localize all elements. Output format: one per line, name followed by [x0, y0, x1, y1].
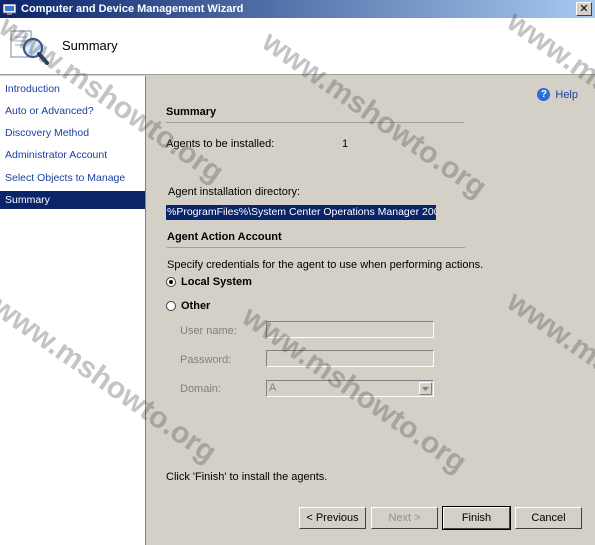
- nav-item-introduction[interactable]: Introduction: [0, 80, 145, 98]
- radio-other[interactable]: Other: [166, 300, 210, 312]
- nav-item-administrator-account[interactable]: Administrator Account: [0, 146, 145, 164]
- chevron-down-icon[interactable]: [419, 382, 432, 395]
- install-directory-field[interactable]: %ProgramFiles%\System Center Operations …: [166, 205, 436, 220]
- user-name-label: User name:: [180, 325, 237, 337]
- cancel-button[interactable]: Cancel: [515, 507, 582, 529]
- domain-label: Domain:: [180, 383, 221, 395]
- help-label: Help: [555, 88, 578, 101]
- user-name-input[interactable]: [266, 321, 434, 338]
- wizard-step-list: Introduction Auto or Advanced? Discovery…: [0, 76, 146, 545]
- agent-action-divider: [167, 247, 465, 248]
- password-input[interactable]: [266, 350, 434, 367]
- agent-action-account-title: Agent Action Account: [167, 231, 282, 243]
- radio-local-system-label: Local System: [181, 276, 252, 288]
- domain-select-value: A: [269, 382, 277, 394]
- summary-divider: [166, 122, 464, 123]
- password-label: Password:: [180, 354, 232, 366]
- finish-button[interactable]: Finish: [442, 506, 511, 530]
- title-bar: Computer and Device Management Wizard ✕: [0, 0, 595, 18]
- summary-section-title: Summary: [166, 106, 217, 118]
- radio-other-label: Other: [181, 300, 211, 312]
- install-directory-label: Agent installation directory:: [168, 186, 301, 198]
- close-button[interactable]: ✕: [576, 2, 592, 16]
- wizard-content: ? Help Summary Agents to be installed: 1…: [147, 76, 595, 545]
- agents-to-install-count: 1: [342, 138, 349, 150]
- nav-item-auto-or-advanced[interactable]: Auto or Advanced?: [0, 102, 145, 120]
- help-link[interactable]: ? Help: [537, 88, 578, 101]
- radio-other-dot[interactable]: [166, 301, 176, 311]
- domain-select[interactable]: A: [266, 380, 434, 397]
- nav-item-summary[interactable]: Summary: [0, 191, 145, 209]
- agents-to-install-label: Agents to be installed:: [166, 138, 275, 150]
- finish-instruction: Click 'Finish' to install the agents.: [166, 471, 328, 483]
- help-icon: ?: [537, 88, 551, 101]
- nav-item-select-objects[interactable]: Select Objects to Manage: [0, 169, 145, 187]
- nav-item-discovery-method[interactable]: Discovery Method: [0, 124, 145, 142]
- wizard-app-icon: [3, 3, 17, 15]
- page-title: Summary: [62, 38, 118, 53]
- wizard-header: Summary: [0, 18, 595, 75]
- wizard-search-icon: [8, 25, 50, 67]
- radio-local-system-dot[interactable]: [166, 277, 176, 287]
- radio-local-system[interactable]: Local System: [166, 276, 252, 288]
- next-button[interactable]: Next >: [371, 507, 438, 529]
- previous-button[interactable]: < Previous: [299, 507, 366, 529]
- window-title: Computer and Device Management Wizard: [21, 3, 244, 15]
- agent-action-description: Specify credentials for the agent to use…: [167, 259, 484, 271]
